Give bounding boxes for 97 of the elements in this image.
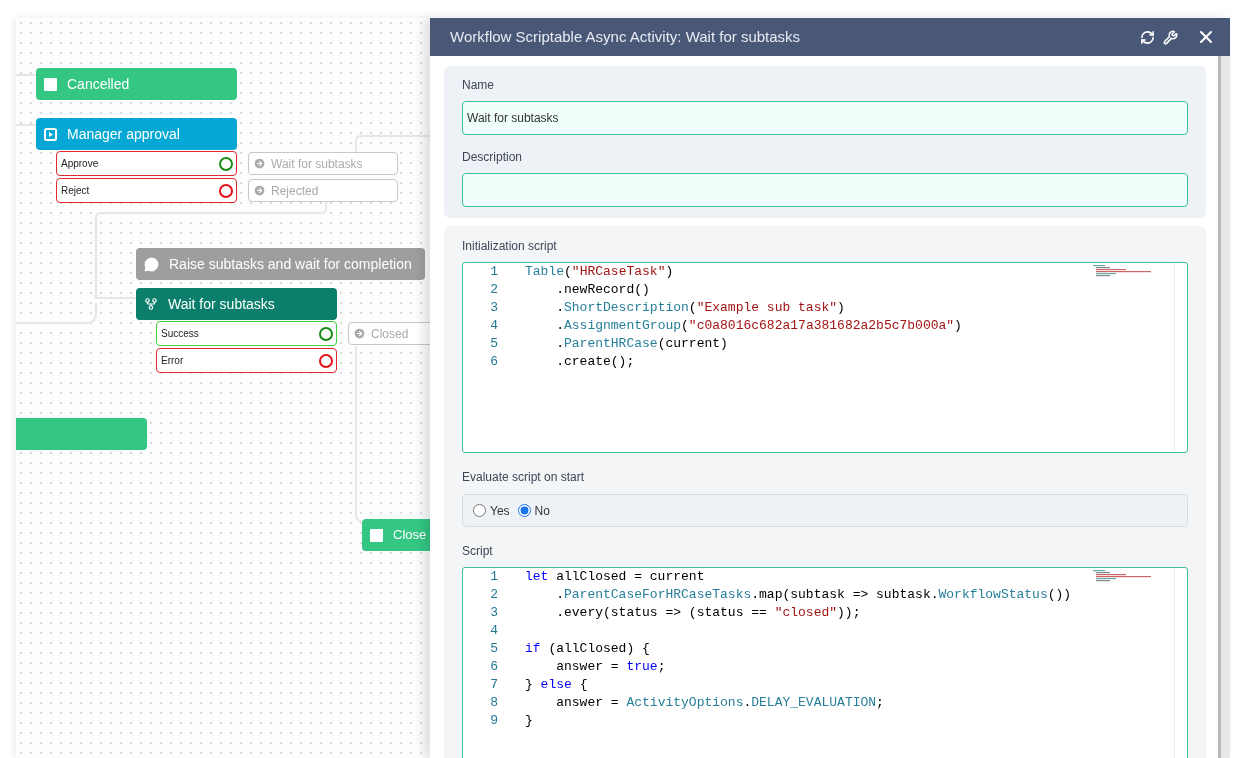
stop-square-icon — [370, 528, 383, 542]
outcome-item[interactable]: Success — [156, 321, 337, 346]
code-token: ()) — [1047, 587, 1072, 602]
code-token: Table — [525, 264, 564, 279]
code-token: "closed" — [774, 605, 838, 620]
code-token: .map(subtask => subtask. — [751, 587, 939, 602]
code-token: .newRecord() — [555, 282, 650, 297]
line-number: 1 — [490, 568, 498, 587]
code-token: (allClosed) { — [547, 641, 650, 656]
code-token: . — [555, 318, 564, 333]
code-token: let — [525, 569, 549, 584]
outcome-item[interactable]: Error — [156, 348, 337, 373]
code-token: } — [525, 677, 534, 692]
code-token: .every(status => (status == — [555, 605, 768, 620]
outcome-item[interactable]: Reject — [56, 178, 237, 203]
code-token: } — [525, 713, 533, 728]
code-token: WorkflowStatus — [938, 587, 1048, 602]
code-token: allClosed = current — [555, 569, 705, 584]
code-token: true — [626, 659, 658, 674]
line-number: 4 — [490, 317, 498, 336]
line-number: 2 — [490, 586, 498, 605]
outcome-port-icon[interactable] — [219, 183, 233, 198]
code-token: "HRCaseTask" — [571, 264, 666, 279]
arrow-circle-icon — [353, 327, 366, 340]
code-editor[interactable]: 1 2 3 4 5 6 Table("HRCaseTask") .newRecord() .ShortDescription("Example sub task") .AssignmentGroup("c0a8016c682a17a381682a2b5c7b000a") .ParentHRCase(current) .create(); — [462, 262, 1188, 453]
code-token: ) — [665, 264, 674, 279]
field-label: Description — [462, 149, 524, 166]
text-field[interactable]: Wait for subtasks — [462, 101, 1188, 135]
wrench-icon[interactable] — [1163, 29, 1178, 45]
code-token: ( — [688, 300, 697, 315]
code-token: else — [540, 677, 572, 692]
stop-square-icon — [44, 77, 57, 91]
code-token: AssignmentGroup — [564, 318, 682, 333]
field-label: Evaluate script on start — [462, 469, 586, 486]
code-token: )); — [837, 605, 861, 620]
line-number: 5 — [490, 335, 498, 354]
code-token: ; — [657, 659, 666, 674]
play-square-icon — [44, 127, 57, 141]
workflow-node[interactable]: Wait for subtasks — [136, 288, 337, 320]
field-label: Script — [462, 543, 494, 560]
code-token: ( — [564, 264, 572, 279]
line-number: 8 — [490, 694, 498, 713]
code-token: ; — [876, 695, 884, 710]
line-number: 4 — [490, 622, 498, 641]
outcome-item[interactable]: Approve — [56, 151, 237, 176]
code-token: "Example sub task" — [696, 300, 838, 315]
code-token: ParentHRCase — [564, 336, 658, 351]
code-token: ParentCaseForHRCaseTasks — [564, 587, 752, 602]
code-token: answer = — [555, 659, 620, 674]
radio-button[interactable] — [517, 504, 531, 517]
code-token: if — [525, 641, 541, 656]
code-token: { — [578, 677, 588, 692]
radio-label: No — [534, 502, 550, 520]
outcome-label: Error — [161, 354, 184, 368]
workflow-node[interactable]: Raise subtasks and wait for completion — [136, 248, 425, 280]
panel-title: Workflow Scriptable Async Activity: Wait for subtasks — [450, 26, 802, 47]
outcome-port-icon[interactable] — [319, 326, 333, 341]
line-number: 5 — [490, 640, 498, 659]
code-token: . — [555, 336, 564, 351]
code-token: DELAY_EVALUATION — [751, 695, 877, 710]
code-token: .create(); — [555, 354, 635, 369]
code-token: . — [555, 587, 564, 602]
code-token: (current) — [657, 336, 728, 351]
outcome-label: Reject — [61, 184, 90, 198]
code-token: . — [743, 695, 752, 710]
code-token: ) — [837, 300, 845, 315]
refresh-icon[interactable] — [1140, 29, 1155, 45]
field-label: Name — [462, 77, 495, 94]
workflow-node[interactable]: Manager approval — [36, 118, 237, 150]
code-editor[interactable] — [462, 567, 1188, 758]
code-token: . — [555, 300, 564, 315]
code-token: "c0a8016c682a17a381682a2b5c7b000a" — [688, 318, 955, 333]
line-number: 3 — [490, 299, 498, 318]
line-number: 6 — [490, 658, 498, 677]
line-number: 9 — [490, 712, 498, 731]
code-token: ShortDescription — [564, 300, 689, 315]
text-field[interactable] — [462, 173, 1188, 207]
code-token: ActivityOptions — [626, 695, 744, 710]
radio-button[interactable] — [473, 504, 486, 517]
arrow-circle-icon — [253, 157, 266, 170]
radio-label: Yes — [490, 502, 510, 520]
line-number: 6 — [490, 353, 498, 372]
outcome-label: Success — [161, 327, 199, 341]
fork-icon — [144, 297, 158, 311]
code-token: ) — [954, 318, 962, 333]
code-token: ( — [681, 318, 689, 333]
line-number: 2 — [490, 281, 498, 300]
line-number: 3 — [490, 604, 498, 623]
line-number: 7 — [490, 676, 498, 695]
arrow-circle-icon — [253, 184, 266, 197]
line-number: 1 — [490, 263, 498, 282]
code-token: answer = — [555, 695, 620, 710]
outcome-label: Approve — [61, 157, 99, 171]
speech-bubble-icon — [144, 256, 159, 272]
outcome-port-icon[interactable] — [219, 156, 233, 171]
field-label: Initialization script — [462, 238, 558, 255]
outcome-port-icon[interactable] — [319, 353, 333, 368]
